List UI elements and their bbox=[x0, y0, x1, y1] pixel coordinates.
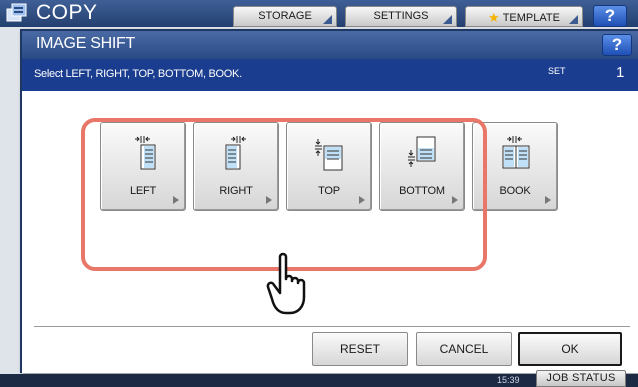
book-shift-button[interactable]: BOOK bbox=[472, 122, 558, 211]
instruction-bar: Select LEFT, RIGHT, TOP, BOTTOM, BOOK. S… bbox=[22, 59, 638, 91]
shift-bottom-icon bbox=[408, 136, 436, 167]
pointing-hand-icon bbox=[266, 252, 306, 315]
tab-settings-label: SETTINGS bbox=[373, 10, 429, 22]
set-count: 1 bbox=[616, 64, 625, 81]
clock-time: 15:39 bbox=[497, 375, 520, 385]
dialog-help-button[interactable]: ? bbox=[602, 34, 632, 56]
shift-top-icon bbox=[315, 139, 343, 171]
tab-corner-icon bbox=[323, 15, 332, 24]
job-status-button[interactable]: JOB STATUS bbox=[536, 370, 626, 387]
tab-template[interactable]: ★ TEMPLATE bbox=[465, 6, 583, 27]
chevron-right-icon bbox=[545, 196, 551, 204]
shift-right-icon bbox=[225, 136, 246, 170]
tab-storage-label: STORAGE bbox=[258, 10, 312, 22]
star-icon: ★ bbox=[488, 10, 500, 25]
book-icon bbox=[502, 136, 530, 169]
tab-settings[interactable]: SETTINGS bbox=[345, 6, 457, 27]
chevron-right-icon bbox=[266, 196, 272, 204]
shift-left-icon bbox=[135, 136, 156, 170]
tab-corner-icon bbox=[569, 15, 578, 24]
chevron-right-icon bbox=[359, 196, 365, 204]
ok-button[interactable]: OK bbox=[518, 332, 622, 366]
instruction-text: Select LEFT, RIGHT, TOP, BOTTOM, BOOK. bbox=[34, 68, 242, 80]
chevron-right-icon bbox=[173, 196, 179, 204]
copy-mode-icon bbox=[6, 3, 27, 22]
dialog-title: IMAGE SHIFT bbox=[36, 35, 135, 52]
left-shift-button[interactable]: LEFT bbox=[100, 122, 186, 211]
app-header: COPY STORAGE SETTINGS ★ TEMPLATE ? bbox=[0, 0, 638, 27]
bottom-shift-button[interactable]: BOTTOM bbox=[379, 122, 465, 211]
set-label: SET bbox=[548, 66, 566, 76]
tab-corner-icon bbox=[443, 15, 452, 24]
app-help-button[interactable]: ? bbox=[593, 5, 627, 27]
cancel-button[interactable]: CANCEL bbox=[416, 332, 512, 366]
app-title: COPY bbox=[36, 1, 98, 24]
tab-template-label: TEMPLATE bbox=[502, 12, 560, 24]
footer-divider bbox=[34, 326, 630, 327]
top-shift-button[interactable]: TOP bbox=[286, 122, 372, 211]
dialog-title-bar: IMAGE SHIFT ? bbox=[22, 31, 638, 59]
chevron-right-icon bbox=[452, 196, 458, 204]
right-shift-button[interactable]: RIGHT bbox=[193, 122, 279, 211]
tab-storage[interactable]: STORAGE bbox=[233, 6, 337, 27]
image-shift-dialog: IMAGE SHIFT ? Select LEFT, RIGHT, TOP, B… bbox=[20, 29, 638, 373]
reset-button[interactable]: RESET bbox=[312, 332, 408, 366]
